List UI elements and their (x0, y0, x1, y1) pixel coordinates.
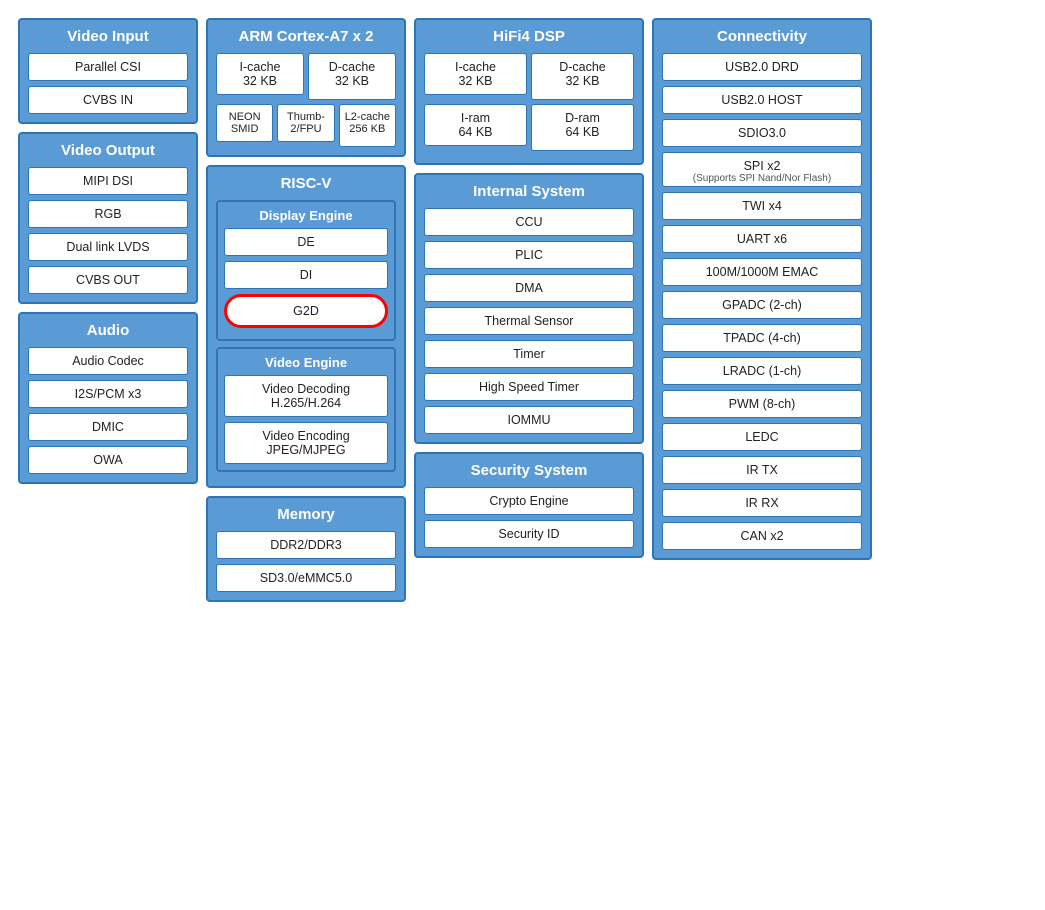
gpadc: GPADC (2-ch) (662, 291, 862, 319)
lradc: LRADC (1-ch) (662, 357, 862, 385)
de-box: DE (224, 228, 388, 256)
usb2-drd: USB2.0 DRD (662, 53, 862, 81)
ir-tx: IR TX (662, 456, 862, 484)
video-engine-title: Video Engine (224, 355, 388, 370)
cvbs-in: CVBS IN (28, 86, 188, 114)
pwm: PWM (8-ch) (662, 390, 862, 418)
owa: OWA (28, 446, 188, 474)
rgb: RGB (28, 200, 188, 228)
timer: Timer (424, 340, 634, 368)
display-engine-panel: Display Engine DE DI G2D (216, 200, 396, 341)
riscv-panel: RISC-V Display Engine DE DI G2D Video En… (206, 165, 406, 488)
mipi-dsi: MIPI DSI (28, 167, 188, 195)
video-engine-panel: Video Engine Video Decoding H.265/H.264 … (216, 347, 396, 472)
memory-panel: Memory DDR2/DDR3 SD3.0/eMMC5.0 (206, 496, 406, 602)
hifi4-panel: HiFi4 DSP I-cache 32 KB D-cache 32 KB I-… (414, 18, 644, 165)
hifi-ram-grid: I-ram 64 KB D-ram 64 KB (424, 104, 634, 151)
uart-x6: UART x6 (662, 225, 862, 253)
video-output-panel: Video Output MIPI DSI RGB Dual link LVDS… (18, 132, 198, 304)
display-engine-title: Display Engine (224, 208, 388, 223)
arm-cache-grid: I-cache 32 KB D-cache 32 KB (216, 53, 396, 100)
audio-title: Audio (28, 322, 188, 339)
i2s-pcm: I2S/PCM x3 (28, 380, 188, 408)
parallel-csi: Parallel CSI (28, 53, 188, 81)
dmic: DMIC (28, 413, 188, 441)
main-grid: Video Input Parallel CSI CVBS IN Video O… (10, 10, 1035, 610)
internal-system-title: Internal System (424, 183, 634, 200)
spi-x2: SPI x2 (Supports SPI Nand/Nor Flash) (662, 152, 862, 187)
ccu: CCU (424, 208, 634, 236)
hifi-dram: D-ram 64 KB (531, 104, 634, 151)
security-id: Security ID (424, 520, 634, 548)
dma: DMA (424, 274, 634, 302)
plic: PLIC (424, 241, 634, 269)
spi-label: SPI x2 (667, 159, 857, 173)
high-speed-timer: High Speed Timer (424, 373, 634, 401)
security-system-title: Security System (424, 462, 634, 479)
hifi-iram: I-ram 64 KB (424, 104, 527, 146)
crypto-engine: Crypto Engine (424, 487, 634, 515)
hifi-cache-grid: I-cache 32 KB D-cache 32 KB (424, 53, 634, 100)
sd-emmc: SD3.0/eMMC5.0 (216, 564, 396, 592)
hifi-icache: I-cache 32 KB (424, 53, 527, 95)
memory-title: Memory (216, 506, 396, 523)
hifi4-title: HiFi4 DSP (424, 28, 634, 45)
internal-system-panel: Internal System CCU PLIC DMA Thermal Sen… (414, 173, 644, 444)
emac: 100M/1000M EMAC (662, 258, 862, 286)
video-input-panel: Video Input Parallel CSI CVBS IN (18, 18, 198, 124)
video-output-title: Video Output (28, 142, 188, 159)
connectivity-panel: Connectivity USB2.0 DRD USB2.0 HOST SDIO… (652, 18, 872, 560)
usb2-host: USB2.0 HOST (662, 86, 862, 114)
ddr: DDR2/DDR3 (216, 531, 396, 559)
sdio3: SDIO3.0 (662, 119, 862, 147)
arm-neon: NEON SMID (216, 104, 273, 142)
arm-cortex-title: ARM Cortex-A7 x 2 (216, 28, 396, 45)
iommu: IOMMU (424, 406, 634, 434)
hifi-dcache: D-cache 32 KB (531, 53, 634, 100)
thermal-sensor: Thermal Sensor (424, 307, 634, 335)
video-decoding: Video Decoding H.265/H.264 (224, 375, 388, 417)
g2d-box: G2D (224, 294, 388, 328)
connectivity-title: Connectivity (662, 28, 862, 45)
twi-x4: TWI x4 (662, 192, 862, 220)
can-x2: CAN x2 (662, 522, 862, 550)
arm-l2cache: L2-cache 256 KB (339, 104, 396, 147)
tpadc: TPADC (4-ch) (662, 324, 862, 352)
riscv-title: RISC-V (216, 175, 396, 192)
video-encoding: Video Encoding JPEG/MJPEG (224, 422, 388, 464)
arm-thumb: Thumb- 2/FPU (277, 104, 334, 142)
audio-codec: Audio Codec (28, 347, 188, 375)
security-system-panel: Security System Crypto Engine Security I… (414, 452, 644, 558)
ir-rx: IR RX (662, 489, 862, 517)
video-input-title: Video Input (28, 28, 188, 45)
dual-link-lvds: Dual link LVDS (28, 233, 188, 261)
arm-cortex-panel: ARM Cortex-A7 x 2 I-cache 32 KB D-cache … (206, 18, 406, 157)
ledc: LEDC (662, 423, 862, 451)
spi-note: (Supports SPI Nand/Nor Flash) (667, 173, 857, 184)
cvbs-out: CVBS OUT (28, 266, 188, 294)
arm-icache: I-cache 32 KB (216, 53, 304, 95)
audio-panel: Audio Audio Codec I2S/PCM x3 DMIC OWA (18, 312, 198, 484)
arm-dcache: D-cache 32 KB (308, 53, 396, 100)
di-box: DI (224, 261, 388, 289)
arm-row2: NEON SMID Thumb- 2/FPU L2-cache 256 KB (216, 104, 396, 147)
